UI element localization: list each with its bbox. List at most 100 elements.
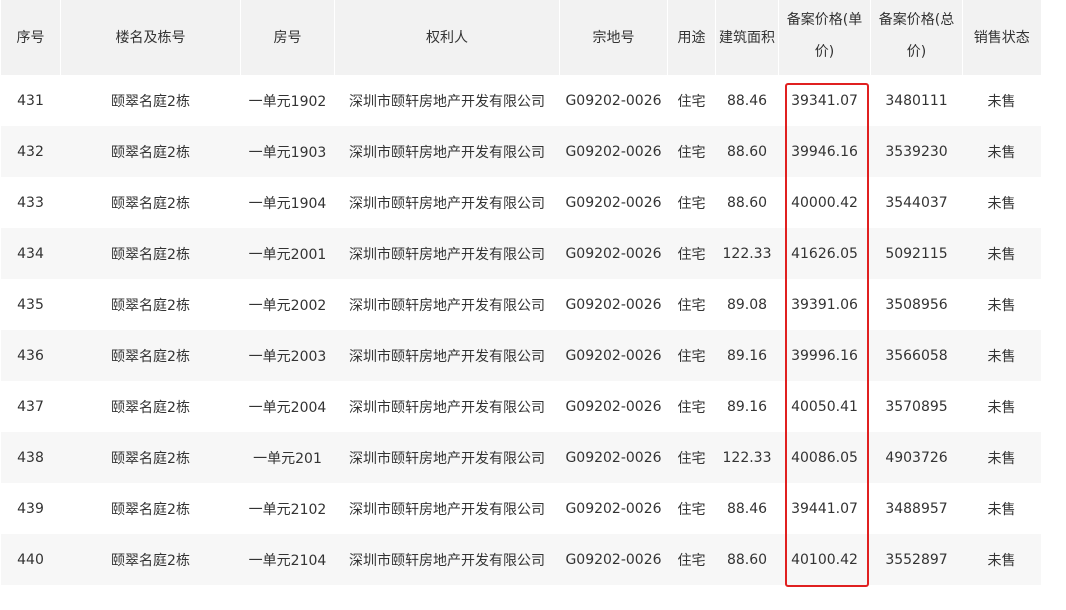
cell-room: 一单元1902 <box>240 75 335 126</box>
table-row: 432 颐翠名庭2栋 一单元1903 深圳市颐轩房地产开发有限公司 G09202… <box>0 126 1041 177</box>
cell-status: 未售 <box>962 483 1041 534</box>
cell-parcel: G09202-0026 <box>559 381 668 432</box>
cell-parcel: G09202-0026 <box>559 177 668 228</box>
cell-usage: 住宅 <box>667 330 716 381</box>
table-row: 433 颐翠名庭2栋 一单元1904 深圳市颐轩房地产开发有限公司 G09202… <box>0 177 1041 228</box>
cell-total-price: 3570895 <box>870 381 963 432</box>
column-header-total-price-line1: 备案价格(总 <box>878 11 955 28</box>
cell-usage: 住宅 <box>667 228 716 279</box>
cell-parcel: G09202-0026 <box>559 75 668 126</box>
cell-usage: 住宅 <box>667 534 716 585</box>
cell-total-price: 3539230 <box>870 126 963 177</box>
cell-status: 未售 <box>962 432 1041 483</box>
cell-seq: 433 <box>0 177 61 228</box>
table-row: 438 颐翠名庭2栋 一单元201 深圳市颐轩房地产开发有限公司 G09202-… <box>0 432 1041 483</box>
cell-parcel: G09202-0026 <box>559 330 668 381</box>
table-row: 439 颐翠名庭2栋 一单元2102 深圳市颐轩房地产开发有限公司 G09202… <box>0 483 1041 534</box>
cell-building: 颐翠名庭2栋 <box>60 432 241 483</box>
cell-usage: 住宅 <box>667 483 716 534</box>
cell-total-price: 4903726 <box>870 432 963 483</box>
cell-seq: 437 <box>0 381 61 432</box>
cell-building: 颐翠名庭2栋 <box>60 381 241 432</box>
cell-owner: 深圳市颐轩房地产开发有限公司 <box>334 177 560 228</box>
cell-room: 一单元1904 <box>240 177 335 228</box>
cell-status: 未售 <box>962 75 1041 126</box>
cell-room: 一单元1903 <box>240 126 335 177</box>
cell-unit-price: 39341.07 <box>778 75 871 126</box>
cell-total-price: 3566058 <box>870 330 963 381</box>
cell-building: 颐翠名庭2栋 <box>60 177 241 228</box>
cell-unit-price: 40000.42 <box>778 177 871 228</box>
property-listing-table: 序号 楼名及栋号 房号 权利人 宗地号 用途 建筑面积 备案价格(单 价) 备案… <box>0 0 1041 585</box>
cell-area: 88.46 <box>715 75 779 126</box>
cell-building: 颐翠名庭2栋 <box>60 126 241 177</box>
cell-owner: 深圳市颐轩房地产开发有限公司 <box>334 75 560 126</box>
cell-parcel: G09202-0026 <box>559 228 668 279</box>
cell-seq: 431 <box>0 75 61 126</box>
cell-status: 未售 <box>962 381 1041 432</box>
cell-room: 一单元2104 <box>240 534 335 585</box>
cell-total-price: 5092115 <box>870 228 963 279</box>
cell-building: 颐翠名庭2栋 <box>60 279 241 330</box>
column-header-building: 楼名及栋号 <box>60 0 241 75</box>
column-header-parcel: 宗地号 <box>559 0 668 75</box>
cell-status: 未售 <box>962 126 1041 177</box>
cell-usage: 住宅 <box>667 381 716 432</box>
cell-room: 一单元201 <box>240 432 335 483</box>
cell-unit-price: 41626.05 <box>778 228 871 279</box>
cell-usage: 住宅 <box>667 75 716 126</box>
cell-area: 89.16 <box>715 330 779 381</box>
cell-building: 颐翠名庭2栋 <box>60 330 241 381</box>
listing-table-container: 序号 楼名及栋号 房号 权利人 宗地号 用途 建筑面积 备案价格(单 价) 备案… <box>0 0 1041 585</box>
cell-area: 88.60 <box>715 534 779 585</box>
column-header-total-price-line2: 价) <box>906 43 927 60</box>
cell-status: 未售 <box>962 177 1041 228</box>
column-header-usage: 用途 <box>667 0 716 75</box>
cell-area: 88.60 <box>715 126 779 177</box>
cell-unit-price: 40050.41 <box>778 381 871 432</box>
cell-status: 未售 <box>962 279 1041 330</box>
cell-room: 一单元2102 <box>240 483 335 534</box>
cell-room: 一单元2001 <box>240 228 335 279</box>
column-header-room: 房号 <box>240 0 335 75</box>
cell-building: 颐翠名庭2栋 <box>60 75 241 126</box>
cell-parcel: G09202-0026 <box>559 126 668 177</box>
cell-seq: 440 <box>0 534 61 585</box>
cell-owner: 深圳市颐轩房地产开发有限公司 <box>334 483 560 534</box>
cell-owner: 深圳市颐轩房地产开发有限公司 <box>334 279 560 330</box>
cell-total-price: 3552897 <box>870 534 963 585</box>
cell-room: 一单元2002 <box>240 279 335 330</box>
table-body: 431 颐翠名庭2栋 一单元1902 深圳市颐轩房地产开发有限公司 G09202… <box>0 75 1041 585</box>
cell-owner: 深圳市颐轩房地产开发有限公司 <box>334 381 560 432</box>
cell-building: 颐翠名庭2栋 <box>60 534 241 585</box>
cell-seq: 434 <box>0 228 61 279</box>
column-header-seq: 序号 <box>0 0 61 75</box>
table-row: 435 颐翠名庭2栋 一单元2002 深圳市颐轩房地产开发有限公司 G09202… <box>0 279 1041 330</box>
cell-total-price: 3508956 <box>870 279 963 330</box>
cell-parcel: G09202-0026 <box>559 279 668 330</box>
cell-usage: 住宅 <box>667 432 716 483</box>
column-header-area: 建筑面积 <box>715 0 779 75</box>
column-header-unit-price: 备案价格(单 价) <box>778 0 871 75</box>
cell-owner: 深圳市颐轩房地产开发有限公司 <box>334 432 560 483</box>
column-header-status: 销售状态 <box>962 0 1041 75</box>
cell-building: 颐翠名庭2栋 <box>60 228 241 279</box>
cell-total-price: 3488957 <box>870 483 963 534</box>
cell-seq: 438 <box>0 432 61 483</box>
cell-parcel: G09202-0026 <box>559 534 668 585</box>
cell-seq: 439 <box>0 483 61 534</box>
column-header-unit-price-line1: 备案价格(单 <box>786 11 863 28</box>
table-row: 434 颐翠名庭2栋 一单元2001 深圳市颐轩房地产开发有限公司 G09202… <box>0 228 1041 279</box>
cell-usage: 住宅 <box>667 126 716 177</box>
cell-area: 122.33 <box>715 432 779 483</box>
cell-usage: 住宅 <box>667 177 716 228</box>
cell-owner: 深圳市颐轩房地产开发有限公司 <box>334 534 560 585</box>
cell-total-price: 3480111 <box>870 75 963 126</box>
cell-owner: 深圳市颐轩房地产开发有限公司 <box>334 330 560 381</box>
cell-usage: 住宅 <box>667 279 716 330</box>
cell-building: 颐翠名庭2栋 <box>60 483 241 534</box>
cell-parcel: G09202-0026 <box>559 432 668 483</box>
table-row: 436 颐翠名庭2栋 一单元2003 深圳市颐轩房地产开发有限公司 G09202… <box>0 330 1041 381</box>
cell-unit-price: 40086.05 <box>778 432 871 483</box>
cell-unit-price: 39391.06 <box>778 279 871 330</box>
